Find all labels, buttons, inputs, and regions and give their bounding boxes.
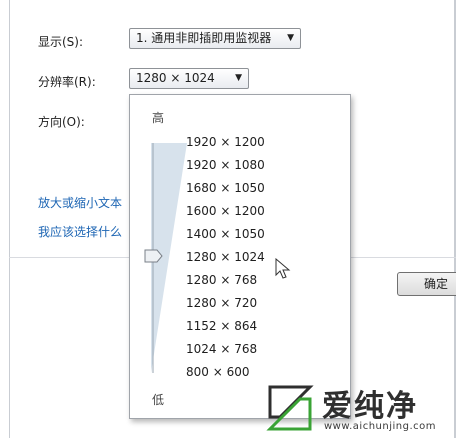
resolution-option[interactable]: 1920 × 1080 xyxy=(186,158,265,172)
resolution-option[interactable]: 1400 × 1050 xyxy=(186,227,265,241)
low-end-label: 低 xyxy=(152,393,165,407)
resolution-option[interactable]: 1280 × 720 xyxy=(186,296,257,310)
resolution-option[interactable]: 1680 × 1050 xyxy=(186,181,265,195)
window-left-border xyxy=(9,0,10,438)
resolution-option[interactable]: 1920 × 1200 xyxy=(186,135,265,149)
chevron-down-icon: ▼ xyxy=(235,73,242,83)
resolution-select[interactable]: 1280 × 1024 ▼ xyxy=(129,68,249,89)
resolution-option[interactable]: 800 × 600 xyxy=(186,365,250,379)
enlarge-text-link[interactable]: 放大或缩小文本 xyxy=(38,194,122,211)
resolution-option[interactable]: 1280 × 768 xyxy=(186,273,257,287)
brand-name: 爱纯净 xyxy=(322,389,418,424)
resolution-slider-thumb[interactable] xyxy=(144,249,163,263)
resolution-option[interactable]: 1024 × 768 xyxy=(186,342,257,356)
resolution-option[interactable]: 1600 × 1200 xyxy=(186,204,265,218)
display-label: 显示(S): xyxy=(38,35,84,49)
high-end-label: 高 xyxy=(152,111,165,125)
ok-button[interactable]: 确定 xyxy=(397,272,456,296)
watermark: 爱纯净 www.aichunjing.com xyxy=(258,381,456,438)
chevron-down-icon: ▼ xyxy=(287,33,294,43)
what-to-choose-link[interactable]: 我应该选择什么 xyxy=(38,223,122,240)
mouse-cursor-icon xyxy=(275,258,291,279)
brand-url: www.aichunjing.com xyxy=(324,421,436,432)
resolution-select-value: 1280 × 1024 xyxy=(136,71,215,85)
orientation-label: 方向(O): xyxy=(38,115,85,129)
resolution-label: 分辨率(R): xyxy=(38,75,96,89)
brand-logo-icon xyxy=(266,385,314,431)
resolution-option[interactable]: 1152 × 864 xyxy=(186,319,257,333)
display-select-value: 1. 通用非即插即用监视器 xyxy=(136,31,272,45)
display-select[interactable]: 1. 通用非即插即用监视器 ▼ xyxy=(129,28,301,49)
resolution-option[interactable]: 1280 × 1024 xyxy=(186,250,265,264)
